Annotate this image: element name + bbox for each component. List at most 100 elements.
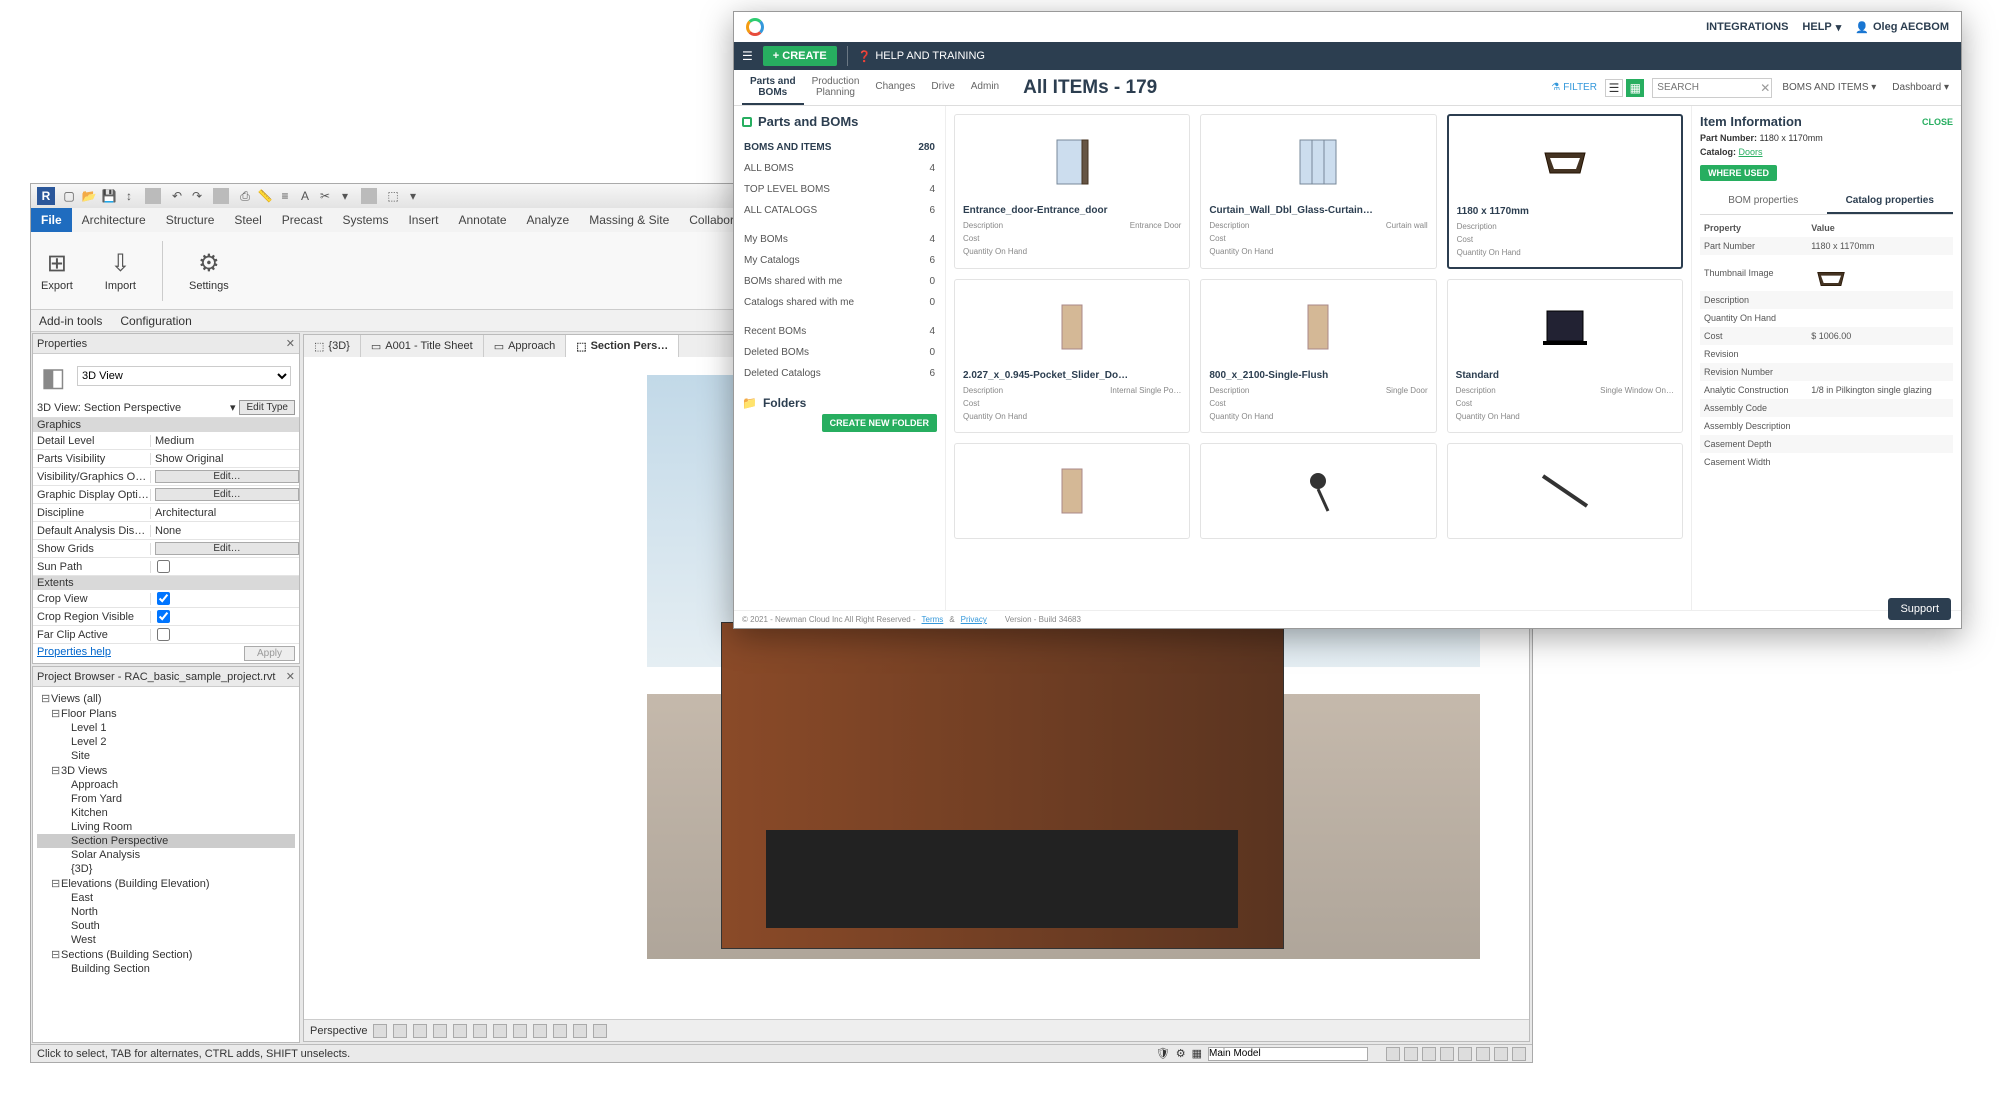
ribbon-tab-steel[interactable]: Steel	[224, 208, 271, 232]
tray-icon[interactable]	[1512, 1047, 1526, 1061]
sidebar-item[interactable]: My BOMs4	[742, 229, 937, 250]
sidebar-item[interactable]: Catalogs shared with me0	[742, 292, 937, 313]
prop-value[interactable]: Show Original	[151, 453, 299, 465]
view-tab[interactable]: ▭ A001 - Title Sheet	[361, 335, 484, 357]
vc-icon[interactable]	[373, 1024, 387, 1038]
vc-icon[interactable]	[513, 1024, 527, 1038]
prop-value[interactable]: Architectural	[151, 507, 299, 519]
tab-catalog-properties[interactable]: Catalog properties	[1827, 189, 1954, 214]
ribbon-tab-massing-site[interactable]: Massing & Site	[579, 208, 679, 232]
qat-save-icon[interactable]: 💾	[101, 188, 117, 204]
tree-node[interactable]: Level 1	[37, 721, 295, 735]
tray-icon[interactable]	[1494, 1047, 1508, 1061]
expand-icon[interactable]: ⊟	[51, 948, 61, 961]
properties-help-link[interactable]: Properties help	[37, 646, 111, 661]
tray-icon[interactable]	[1440, 1047, 1454, 1061]
tree-node[interactable]: Site	[37, 749, 295, 763]
tree-node[interactable]: Building Section	[37, 962, 295, 976]
checkbox[interactable]	[157, 560, 170, 573]
prop-value[interactable]	[151, 628, 299, 641]
dashboard-dropdown[interactable]: Dashboard ▾	[1888, 80, 1953, 95]
prop-value[interactable]: Edit…	[151, 488, 299, 501]
edit-button[interactable]: Edit…	[155, 470, 299, 483]
vc-icon[interactable]	[593, 1024, 607, 1038]
ribbon-tab-structure[interactable]: Structure	[156, 208, 225, 232]
tree-node[interactable]: {3D}	[37, 862, 295, 876]
sidebar-item[interactable]: Recent BOMs4	[742, 321, 937, 342]
item-card[interactable]	[1200, 443, 1436, 539]
scope-dropdown[interactable]: BOMS AND ITEMS ▾	[1778, 80, 1880, 95]
tray-icon[interactable]	[1404, 1047, 1418, 1061]
hamburger-icon[interactable]: ☰	[742, 49, 753, 63]
vc-icon[interactable]	[553, 1024, 567, 1038]
nav-tab[interactable]: Changes	[867, 70, 923, 105]
catalog-link[interactable]: Doors	[1739, 147, 1763, 157]
tray-icon[interactable]	[1386, 1047, 1400, 1061]
vc-icon[interactable]	[533, 1024, 547, 1038]
tree-node[interactable]: Kitchen	[37, 806, 295, 820]
prop-value[interactable]	[151, 610, 299, 623]
edit-type-button[interactable]: Edit Type	[239, 400, 295, 415]
item-card[interactable]: Entrance_door-Entrance_doorDescriptionEn…	[954, 114, 1190, 269]
view-tab[interactable]: ⬚ {3D}	[304, 335, 361, 357]
item-card[interactable]: 800_x_2100-Single-FlushDescriptionSingle…	[1200, 279, 1436, 432]
sidebar-item[interactable]: My Catalogs6	[742, 250, 937, 271]
vc-icon[interactable]	[413, 1024, 427, 1038]
ribbon-tab-analyze[interactable]: Analyze	[517, 208, 580, 232]
view-tab[interactable]: ▭ Approach	[484, 335, 567, 357]
tree-node[interactable]: ⊟Floor Plans	[37, 706, 295, 721]
grid-view-icon[interactable]: ▦	[1626, 79, 1644, 97]
tree-node[interactable]: Approach	[37, 778, 295, 792]
nav-tab[interactable]: Drive	[923, 70, 962, 105]
edit-button[interactable]: Edit…	[155, 488, 299, 501]
create-folder-button[interactable]: CREATE NEW FOLDER	[822, 414, 937, 432]
item-card[interactable]: StandardDescriptionSingle Window On…Cost…	[1447, 279, 1683, 432]
tray-icon[interactable]	[1458, 1047, 1472, 1061]
tree-node[interactable]: Level 2	[37, 735, 295, 749]
chevron-down-icon[interactable]: ▾	[230, 401, 236, 414]
prop-value[interactable]: Edit…	[151, 542, 299, 555]
qat-undo-icon[interactable]: ↶	[169, 188, 185, 204]
qat-drop-icon[interactable]: ▾	[337, 188, 353, 204]
qat-sync-icon[interactable]: ↕	[121, 188, 137, 204]
privacy-link[interactable]: Privacy	[961, 615, 987, 624]
prop-value[interactable]: Medium	[151, 435, 299, 447]
ribbon-tab-systems[interactable]: Systems	[332, 208, 398, 232]
item-card[interactable]: Curtain_Wall_Dbl_Glass-Curtain…Descripti…	[1200, 114, 1436, 269]
item-card[interactable]: 1180 x 1170mmDescriptionCostQuantity On …	[1447, 114, 1683, 269]
tree-node[interactable]: West	[37, 933, 295, 947]
vc-icon[interactable]	[433, 1024, 447, 1038]
close-icon[interactable]: ✕	[286, 670, 295, 683]
integrations-link[interactable]: INTEGRATIONS	[1706, 21, 1788, 33]
tree-node[interactable]: ⊟Views (all)	[37, 691, 295, 706]
ribbon-settings-button[interactable]: ⚙Settings	[183, 248, 235, 294]
expand-icon[interactable]: ⊟	[51, 877, 61, 890]
ribbon-tab-architecture[interactable]: Architecture	[72, 208, 156, 232]
ribbon-tab-precast[interactable]: Precast	[272, 208, 333, 232]
qat-section-icon[interactable]: ✂	[317, 188, 333, 204]
checkbox[interactable]	[157, 628, 170, 641]
support-button[interactable]: Support	[1888, 598, 1951, 620]
filter-button[interactable]: ⚗FILTER	[1551, 82, 1597, 93]
tree-node[interactable]: East	[37, 891, 295, 905]
close-icon[interactable]: ✕	[286, 337, 295, 350]
sidebar-item[interactable]: Deleted BOMs0	[742, 342, 937, 363]
openbom-logo-icon[interactable]	[746, 18, 764, 36]
expand-icon[interactable]: ⊟	[41, 692, 51, 705]
tree-node[interactable]: From Yard	[37, 792, 295, 806]
clear-search-icon[interactable]: ✕	[1760, 81, 1770, 95]
tree-node[interactable]: ⊟3D Views	[37, 763, 295, 778]
vc-icon[interactable]	[493, 1024, 507, 1038]
ribbon-tab-annotate[interactable]: Annotate	[448, 208, 516, 232]
expand-icon[interactable]: ⊟	[51, 707, 61, 720]
tree-node[interactable]: Section Perspective	[37, 834, 295, 848]
search-input[interactable]	[1652, 78, 1772, 98]
sidebar-item[interactable]: TOP LEVEL BOMS4	[742, 179, 937, 200]
item-card[interactable]	[1447, 443, 1683, 539]
close-button[interactable]: CLOSE	[1922, 117, 1953, 127]
sidebar-item[interactable]: BOMs shared with me0	[742, 271, 937, 292]
qat-text-icon[interactable]: A	[297, 188, 313, 204]
sidebar-item[interactable]: ALL CATALOGS6	[742, 200, 937, 221]
create-button[interactable]: + CREATE	[763, 46, 837, 66]
help-training-link[interactable]: ❓HELP AND TRAINING	[858, 50, 985, 63]
